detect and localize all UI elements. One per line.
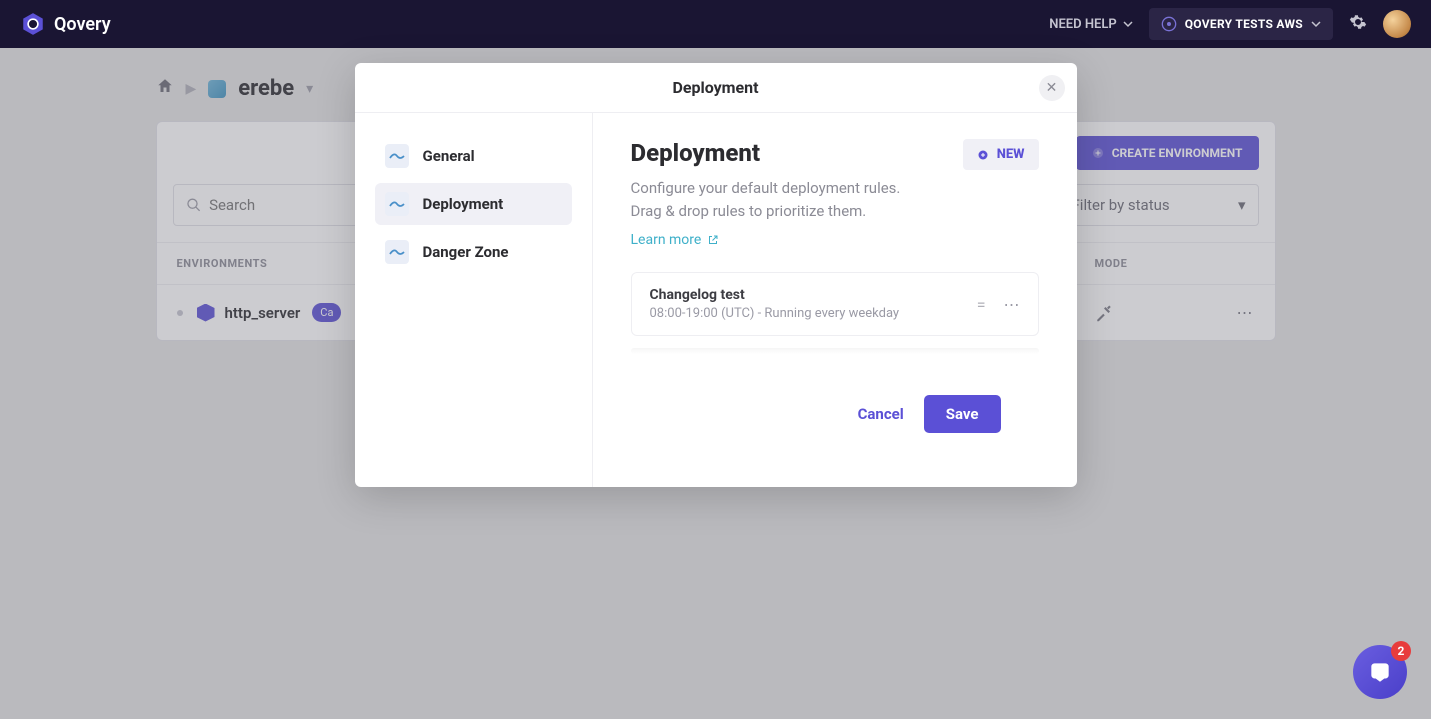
new-rule-button[interactable]: NEW (963, 139, 1039, 170)
header-right: NEED HELP QOVERY TESTS AWS (1049, 8, 1411, 40)
top-header: Qovery NEED HELP QOVERY TESTS AWS (0, 0, 1431, 48)
settings-modal: Deployment ✕ General Deployment Danger Z… (355, 63, 1077, 487)
modal-sidebar: General Deployment Danger Zone (355, 113, 593, 487)
organization-switcher[interactable]: QOVERY TESTS AWS (1149, 8, 1333, 40)
chat-icon (1367, 659, 1393, 685)
external-link-icon (707, 234, 719, 246)
user-avatar[interactable] (1383, 10, 1411, 38)
content-title: Deployment (631, 139, 901, 167)
sidebar-item-label: Danger Zone (423, 243, 509, 261)
cancel-button[interactable]: Cancel (858, 405, 904, 423)
org-icon (1161, 16, 1177, 32)
learn-more-link[interactable]: Learn more (631, 232, 720, 248)
sidebar-item-general[interactable]: General (375, 135, 572, 177)
learn-more-label: Learn more (631, 232, 702, 248)
save-button[interactable]: Save (924, 395, 1001, 433)
drag-handle-icon[interactable]: = (977, 295, 984, 314)
chevron-down-icon (1123, 19, 1133, 29)
close-button[interactable]: ✕ (1039, 75, 1065, 101)
sidebar-item-deployment[interactable]: Deployment (375, 183, 572, 225)
intercom-launcher[interactable]: 2 (1353, 645, 1407, 699)
brand-name: Qovery (54, 14, 111, 35)
settings-button[interactable] (1349, 13, 1367, 35)
sidebar-item-label: Deployment (423, 195, 504, 213)
rule-more-button[interactable]: ⋯ (1004, 295, 1020, 314)
content-description-2: Drag & drop rules to prioritize them. (631, 200, 901, 223)
modal-content: Deployment Configure your default deploy… (593, 113, 1077, 487)
chevron-down-icon (1311, 19, 1321, 29)
sidebar-item-danger-zone[interactable]: Danger Zone (375, 231, 572, 273)
modal-footer: Cancel Save (631, 395, 1039, 461)
deployment-rule-card[interactable]: Changelog test 08:00-19:00 (UTC) - Runni… (631, 272, 1039, 336)
gear-icon (1349, 13, 1367, 31)
modal-header: Deployment ✕ (355, 63, 1077, 113)
brand-area[interactable]: Qovery (20, 11, 111, 37)
need-help-label: NEED HELP (1049, 17, 1116, 32)
rule-schedule: 08:00-19:00 (UTC) - Running every weekda… (650, 306, 977, 321)
content-description-1: Configure your default deployment rules. (631, 177, 901, 200)
close-icon: ✕ (1046, 80, 1058, 96)
general-icon (385, 144, 409, 168)
sidebar-item-label: General (423, 147, 475, 165)
rule-title: Changelog test (650, 287, 977, 303)
new-rule-label: NEW (997, 147, 1025, 162)
deployment-icon (385, 192, 409, 216)
notification-badge: 2 (1391, 641, 1411, 661)
plus-circle-icon (977, 149, 989, 161)
danger-icon (385, 240, 409, 264)
need-help-button[interactable]: NEED HELP (1049, 17, 1132, 32)
modal-title: Deployment (672, 78, 758, 97)
org-label: QOVERY TESTS AWS (1185, 17, 1303, 31)
qovery-logo-icon (20, 11, 46, 37)
